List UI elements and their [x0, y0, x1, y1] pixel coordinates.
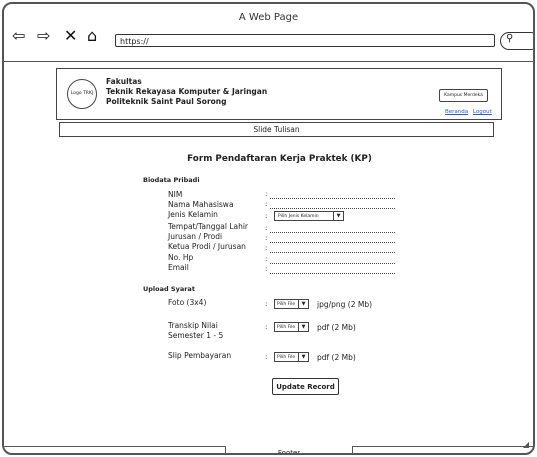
- header-links: Beranda Logout: [442, 109, 492, 115]
- foto-label: Foto (3x4): [168, 298, 207, 307]
- email-input[interactable]: [270, 266, 395, 274]
- field-label-nama: Nama Mahasiswa: [168, 200, 234, 209]
- chevron-down-icon: ▼: [298, 353, 308, 361]
- hp-input[interactable]: [270, 256, 395, 264]
- kampus-merdeka-button[interactable]: Kampus Merdeka: [439, 89, 488, 102]
- org-line-faculty: Fakultas: [106, 77, 142, 86]
- home-icon[interactable]: ⌂: [87, 28, 97, 44]
- ketua-input[interactable]: [270, 245, 395, 253]
- browser-window: A Web Page ⇦ ⇨ ✕ ⌂ https:// ⚲ Logo TRKJ …: [2, 2, 535, 455]
- field-label-hp: No. Hp: [168, 253, 194, 262]
- nim-input[interactable]: [270, 191, 395, 199]
- update-record-button[interactable]: Update Record: [272, 378, 339, 395]
- toolbar-divider: [4, 61, 533, 62]
- nama-input[interactable]: [270, 201, 395, 209]
- field-label-ketua: Ketua Prodi / Jurusan: [168, 242, 246, 251]
- logout-link[interactable]: Logout: [473, 109, 492, 115]
- upload-section-title: Upload Syarat: [143, 285, 195, 293]
- org-line-polytech: Politeknik Saint Paul Sorong: [106, 97, 227, 106]
- transkip-label: Transkip Nilai: [168, 321, 218, 330]
- logo: Logo TRKJ: [67, 79, 97, 109]
- transkip-type: pdf (2 Mb): [317, 323, 356, 332]
- footer: Footer: [225, 446, 353, 453]
- url-bar[interactable]: https://: [115, 34, 495, 47]
- slip-type: pdf (2 Mb): [317, 353, 356, 362]
- org-line-dept: Teknik Rekayasa Komputer & Jaringan: [106, 87, 268, 96]
- slip-label: Slip Pembayaran: [168, 351, 232, 360]
- gender-select-value: Pilih Jenis Kelamin: [278, 214, 319, 219]
- foto-file-button[interactable]: Pilih File ▼: [274, 299, 309, 309]
- ttl-input[interactable]: [270, 225, 395, 233]
- biodata-section-title: Biodata Pribadi: [143, 176, 200, 184]
- beranda-link[interactable]: Beranda: [445, 109, 468, 115]
- field-label-nim: NIM: [168, 190, 183, 199]
- transkip-label-sub: Semester 1 - 5: [168, 331, 224, 340]
- back-icon[interactable]: ⇦: [12, 28, 25, 44]
- file-button-label: Pilih File: [277, 302, 296, 307]
- search-field[interactable]: ⚲: [500, 32, 533, 50]
- chevron-down-icon: ▼: [298, 300, 308, 308]
- transkip-file-button[interactable]: Pilih File ▼: [274, 322, 309, 332]
- resize-handle-icon[interactable]: ◢: [523, 440, 529, 449]
- chevron-down-icon: ▼: [333, 212, 343, 220]
- browser-title: A Web Page: [238, 12, 299, 23]
- file-button-label: Pilih File: [277, 355, 296, 360]
- slip-file-button[interactable]: Pilih File ▼: [274, 352, 309, 362]
- forward-icon[interactable]: ⇨: [37, 28, 50, 44]
- search-icon: ⚲: [506, 33, 514, 44]
- field-label-jurusan: Jurusan / Prodi: [168, 232, 223, 241]
- jurusan-input[interactable]: [270, 235, 395, 243]
- field-label-gender: Jenis Kelamin: [168, 210, 218, 219]
- slide-banner: Slide Tulisan: [59, 122, 494, 137]
- org-name: Fakultas Teknik Rekayasa Komputer & Jari…: [106, 77, 267, 107]
- file-button-label: Pilih File: [277, 325, 296, 330]
- form-title: Form Pendaftaran Kerja Praktek (KP): [187, 154, 372, 164]
- foto-type: jpg/png (2 Mb): [317, 300, 373, 309]
- close-icon[interactable]: ✕: [64, 28, 77, 44]
- field-label-ttl: Tempat/Tanggal Lahir: [168, 222, 249, 231]
- gender-select[interactable]: Pilih Jenis Kelamin ▼: [274, 211, 344, 221]
- header-card: Logo TRKJ Fakultas Teknik Rekayasa Kompu…: [56, 68, 502, 120]
- chevron-down-icon: ▼: [298, 323, 308, 331]
- field-label-email: Email: [168, 263, 189, 272]
